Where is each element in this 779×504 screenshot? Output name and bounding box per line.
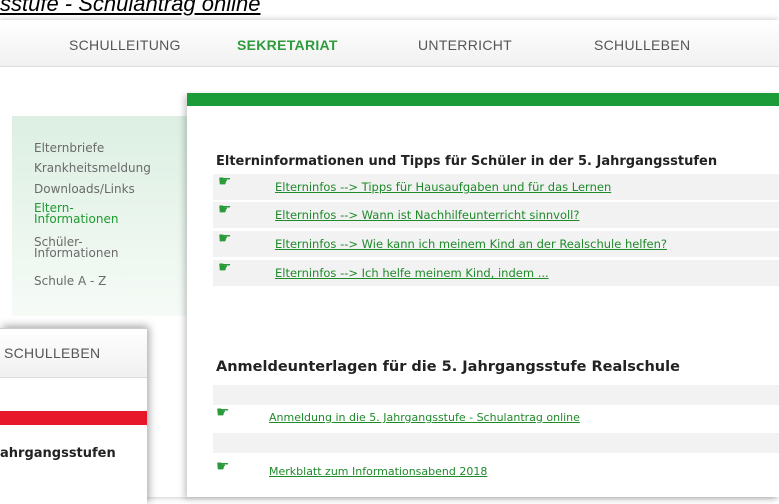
accent-bar	[187, 93, 779, 106]
nav-unterricht[interactable]: UNTERRICHT	[418, 37, 512, 53]
nav-schulleben[interactable]: SCHULLEBEN	[594, 37, 690, 53]
overlay-navigation: SCHULLEBEN	[0, 329, 147, 378]
overlay-accent-bar	[0, 411, 147, 425]
sidebar: Elternbriefe Krankheitsmeldung Downloads…	[12, 116, 188, 316]
spacer-row	[213, 433, 779, 453]
pointing-hand-icon: ☛	[218, 229, 232, 247]
list-item: ☛ Merkblatt zum Informationsabend 2018	[213, 457, 779, 485]
pointing-hand-icon: ☛	[218, 200, 232, 218]
pointing-hand-icon: ☛	[216, 403, 230, 421]
sidebar-item-schueler-informationen[interactable]: Schüler- Informationen	[34, 236, 118, 259]
nav-schulleitung[interactable]: SCHULLEITUNG	[69, 37, 181, 53]
link-merkblatt[interactable]: Merkblatt zum Informationsabend 2018	[269, 465, 487, 478]
link-nachhilfe[interactable]: Elterninfos --> Wann ist Nachhilfeunterr…	[275, 208, 579, 222]
list-item: ☛ Elterninfos --> Tipps für Hausaufgaben…	[213, 172, 779, 200]
section-heading-elterninformationen: Elterninformationen und Tipps für Schüle…	[216, 154, 718, 169]
overlay-screenshot: SCHULLEBEN ahrgangsstufen	[0, 328, 147, 504]
pointing-hand-icon: ☛	[216, 457, 230, 475]
sidebar-item-eltern-informationen[interactable]: Eltern- Informationen	[34, 202, 118, 225]
list-item: ☛ Elterninfos --> Ich helfe meinem Kind,…	[213, 258, 779, 286]
overlay-nav-schulleben[interactable]: SCHULLEBEN	[4, 345, 100, 361]
list-item: ☛ Elterninfos --> Wie kann ich meinem Ki…	[213, 229, 779, 257]
list-item: ☛ Anmeldung in die 5. Jahrgangsstufe - S…	[213, 403, 779, 431]
sidebar-item-elternbriefe[interactable]: Elternbriefe	[34, 142, 104, 154]
link-hausaufgaben[interactable]: Elterninfos --> Tipps für Hausaufgaben u…	[275, 180, 611, 194]
sidebar-item-krankheitsmeldung[interactable]: Krankheitsmeldung	[34, 162, 151, 174]
link-schulantrag-online[interactable]: Anmeldung in die 5. Jahrgangsstufe - Sch…	[269, 411, 580, 424]
list-item: ☛ Elterninfos --> Wann ist Nachhilfeunte…	[213, 200, 779, 228]
spacer-row	[213, 385, 779, 405]
content-panel: Elterninformationen und Tipps für Schüle…	[187, 93, 779, 497]
link-ich-helfe[interactable]: Elterninfos --> Ich helfe meinem Kind, i…	[275, 266, 549, 280]
pointing-hand-icon: ☛	[218, 172, 232, 190]
section-heading-anmeldeunterlagen: Anmeldeunterlagen für die 5. Jahrgangsst…	[216, 359, 680, 375]
top-navigation: SCHULLEITUNG SEKRETARIAT UNTERRICHT SCHU…	[0, 20, 779, 67]
nav-sekretariat[interactable]: SEKRETARIAT	[237, 37, 338, 53]
caption-text: sstufe - Schulantrag online	[0, 0, 261, 16]
pointing-hand-icon: ☛	[218, 258, 232, 276]
link-kind-helfen[interactable]: Elterninfos --> Wie kann ich meinem Kind…	[275, 237, 667, 251]
overlay-heading-fragment: ahrgangsstufen	[0, 446, 116, 461]
sidebar-item-downloads[interactable]: Downloads/Links	[34, 183, 135, 195]
sidebar-item-schule-a-z[interactable]: Schule A - Z	[34, 275, 106, 287]
